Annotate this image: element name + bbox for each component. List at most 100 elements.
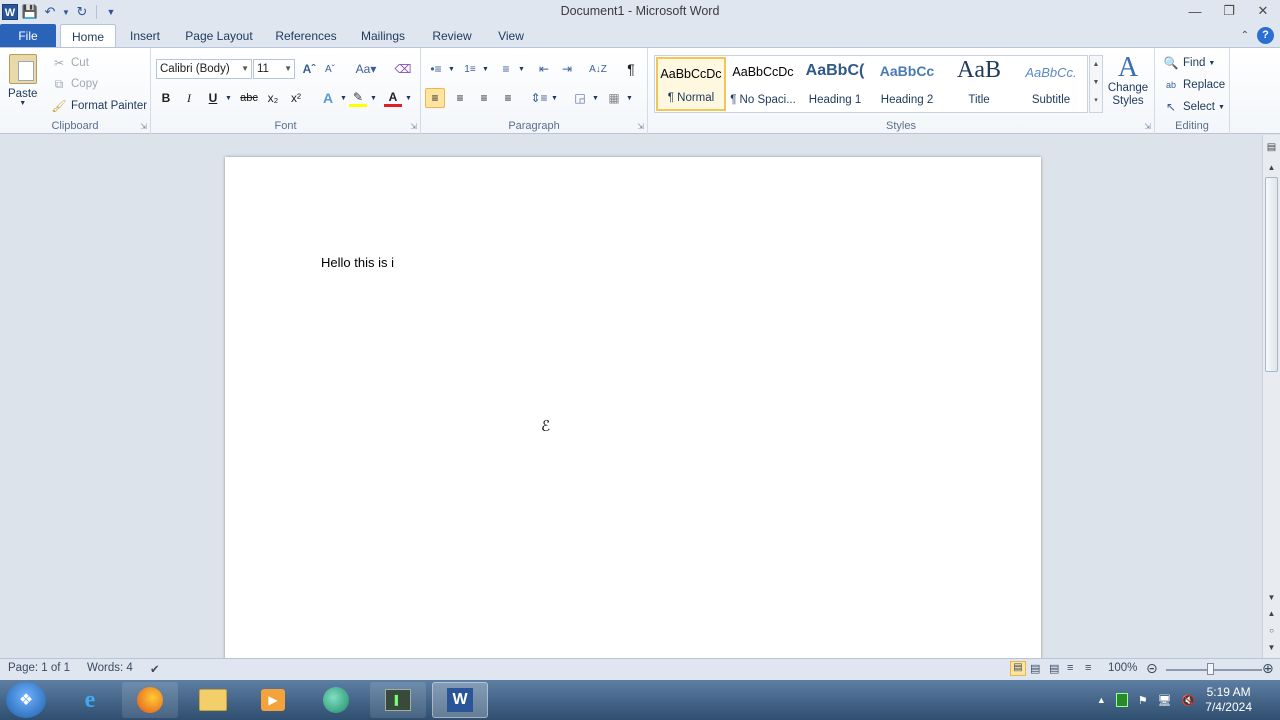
italic-button[interactable]: I <box>180 89 198 107</box>
decrease-indent-button[interactable]: ⇤ <box>535 60 553 78</box>
proofing-icon[interactable]: ✔ <box>150 662 160 676</box>
bullets-dropdown-icon[interactable]: ▼ <box>448 66 455 73</box>
tab-references[interactable]: References <box>268 24 344 48</box>
line-spacing-dropdown-icon[interactable]: ▼ <box>551 95 558 102</box>
paste-dropdown-icon[interactable]: ▼ <box>19 100 26 107</box>
action-center-flag-icon[interactable]: ⚑ <box>1138 694 1148 707</box>
show-hidden-icons-icon[interactable]: ▲ <box>1097 695 1106 705</box>
text-effects-button[interactable]: A ▼ <box>319 89 347 107</box>
tab-page-layout[interactable]: Page Layout <box>178 24 260 48</box>
paragraph-launcher-icon[interactable]: ⇲ <box>637 122 644 131</box>
start-button-icon[interactable]: ❖ <box>6 682 46 718</box>
view-web-layout-icon[interactable]: ▤ <box>1049 662 1059 675</box>
show-formatting-button[interactable]: ¶ <box>622 60 640 78</box>
highlight-dropdown-icon[interactable]: ▼ <box>370 95 377 102</box>
highlight-button[interactable]: ✎ ▼ <box>349 89 377 107</box>
next-page-icon[interactable]: ▼ <box>1263 641 1280 655</box>
gallery-more-icon[interactable]: ▾ <box>1090 92 1102 110</box>
strikethrough-button[interactable]: abc <box>240 89 258 107</box>
zoom-out-icon[interactable]: ⊝ <box>1146 660 1158 677</box>
sort-button[interactable]: A↓Z <box>589 60 607 78</box>
scroll-up-icon[interactable]: ▲ <box>1263 161 1280 175</box>
style-heading-1[interactable]: AaBbC( Heading 1 <box>800 57 870 111</box>
justify-button[interactable]: ≡ <box>499 89 517 107</box>
borders-button[interactable]: ▦ ▼ <box>605 89 633 107</box>
scroll-down-icon[interactable]: ▼ <box>1263 591 1280 605</box>
tab-mailings[interactable]: Mailings <box>352 24 414 48</box>
font-color-dropdown-icon[interactable]: ▼ <box>405 95 412 102</box>
zoom-slider[interactable] <box>1166 669 1262 671</box>
font-size-combo[interactable]: 11 ▼ <box>253 59 295 79</box>
restore-icon[interactable]: ❐ <box>1212 0 1246 22</box>
document-page[interactable]: Hello this is i ℰ <box>225 157 1041 658</box>
font-size-dropdown-icon[interactable]: ▼ <box>284 60 292 78</box>
styles-gallery-scroll[interactable]: ▲ ▼ ▾ <box>1089 55 1103 113</box>
taskbar-app-icon[interactable] <box>308 682 364 718</box>
previous-page-icon[interactable]: ▲ <box>1263 607 1280 621</box>
replace-button[interactable]: ab Replace <box>1162 76 1225 94</box>
select-button[interactable]: ↖ Select ▼ <box>1162 98 1225 116</box>
tab-insert[interactable]: Insert <box>122 24 168 48</box>
tab-home[interactable]: Home <box>60 24 116 48</box>
change-styles-button[interactable]: A Change Styles <box>1106 54 1150 108</box>
numbering-dropdown-icon[interactable]: ▼ <box>482 66 489 73</box>
network-icon[interactable]: 🖥 <box>1158 694 1172 707</box>
vertical-scrollbar[interactable]: ▤ ▲ ▼ ▲ ○ ▼ <box>1262 135 1280 658</box>
shading-button[interactable]: ◲ ▼ <box>571 89 599 107</box>
font-family-dropdown-icon[interactable]: ▼ <box>241 60 249 78</box>
paste-button[interactable]: Paste ▼ <box>8 54 37 107</box>
align-left-button[interactable]: ≡ <box>425 88 445 108</box>
taskbar-explorer-icon[interactable] <box>185 682 241 718</box>
grow-font-button[interactable]: Aˆ <box>300 60 318 78</box>
gallery-down-icon[interactable]: ▼ <box>1090 74 1102 92</box>
bold-button[interactable]: B <box>157 89 175 107</box>
zoom-level[interactable]: 100% <box>1108 662 1137 674</box>
font-launcher-icon[interactable]: ⇲ <box>410 122 417 131</box>
browse-object-icon[interactable]: ○ <box>1263 624 1280 638</box>
borders-dropdown-icon[interactable]: ▼ <box>626 95 633 102</box>
subscript-button[interactable]: x₂ <box>264 89 282 107</box>
word-count[interactable]: Words: 4 <box>87 662 133 674</box>
view-print-layout-icon[interactable]: ▤ <box>1010 661 1026 676</box>
taskbar-word-icon[interactable]: W <box>432 682 488 718</box>
align-center-button[interactable]: ≡ <box>451 89 469 107</box>
shrink-font-button[interactable]: Aˇ <box>321 60 339 78</box>
clear-formatting-button[interactable]: ⌫ <box>394 60 412 78</box>
document-text[interactable]: Hello this is i <box>321 255 394 270</box>
find-button[interactable]: 🔍 Find ▼ <box>1162 54 1216 72</box>
help-icon[interactable]: ? <box>1257 27 1274 44</box>
gallery-up-icon[interactable]: ▲ <box>1090 56 1102 74</box>
zoom-slider-knob[interactable] <box>1207 663 1214 675</box>
page-count[interactable]: Page: 1 of 1 <box>8 662 70 674</box>
close-icon[interactable]: ✕ <box>1246 0 1280 22</box>
text-effects-dropdown-icon[interactable]: ▼ <box>340 95 347 102</box>
minimize-ribbon-icon[interactable]: ⌃ <box>1241 30 1249 41</box>
change-case-button[interactable]: Aa▾ <box>353 60 379 78</box>
cut-button[interactable]: ✂ Cut <box>50 54 89 72</box>
taskbar-terminal-icon[interactable]: ▌ <box>370 682 426 718</box>
view-draft-icon[interactable]: ≡ <box>1085 662 1091 674</box>
styles-launcher-icon[interactable]: ⇲ <box>1144 122 1151 131</box>
numbering-button[interactable]: 1≡ ▼ <box>461 60 489 78</box>
font-family-combo[interactable]: Calibri (Body) ▼ <box>156 59 252 79</box>
font-color-button[interactable]: A ▼ <box>384 89 412 107</box>
underline-dropdown-icon[interactable]: ▼ <box>225 95 232 102</box>
tab-file[interactable]: File <box>0 24 56 48</box>
tab-review[interactable]: Review <box>424 24 480 48</box>
multilevel-list-button[interactable]: ≡ ▼ <box>497 60 524 78</box>
bullets-button[interactable]: •≡ ▼ <box>427 60 455 78</box>
zoom-in-icon[interactable]: ⊕ <box>1262 660 1274 677</box>
find-dropdown-icon[interactable]: ▼ <box>1208 60 1215 67</box>
line-spacing-button[interactable]: ⇕≡ ▼ <box>530 89 558 107</box>
tab-view[interactable]: View <box>490 24 532 48</box>
align-right-button[interactable]: ≡ <box>475 89 493 107</box>
style-heading-2[interactable]: AaBbCc Heading 2 <box>872 57 942 111</box>
style-no-spacing[interactable]: AaBbCcDc ¶ No Spaci... <box>728 57 798 111</box>
view-outline-icon[interactable]: ≡ <box>1067 662 1073 674</box>
style-normal[interactable]: AaBbCcDc ¶ Normal <box>656 57 726 111</box>
style-title[interactable]: AaB Title <box>944 57 1014 111</box>
select-dropdown-icon[interactable]: ▼ <box>1218 104 1225 111</box>
underline-button[interactable]: U ▼ <box>204 89 232 107</box>
increase-indent-button[interactable]: ⇥ <box>558 60 576 78</box>
minimize-icon[interactable]: — <box>1178 0 1212 22</box>
